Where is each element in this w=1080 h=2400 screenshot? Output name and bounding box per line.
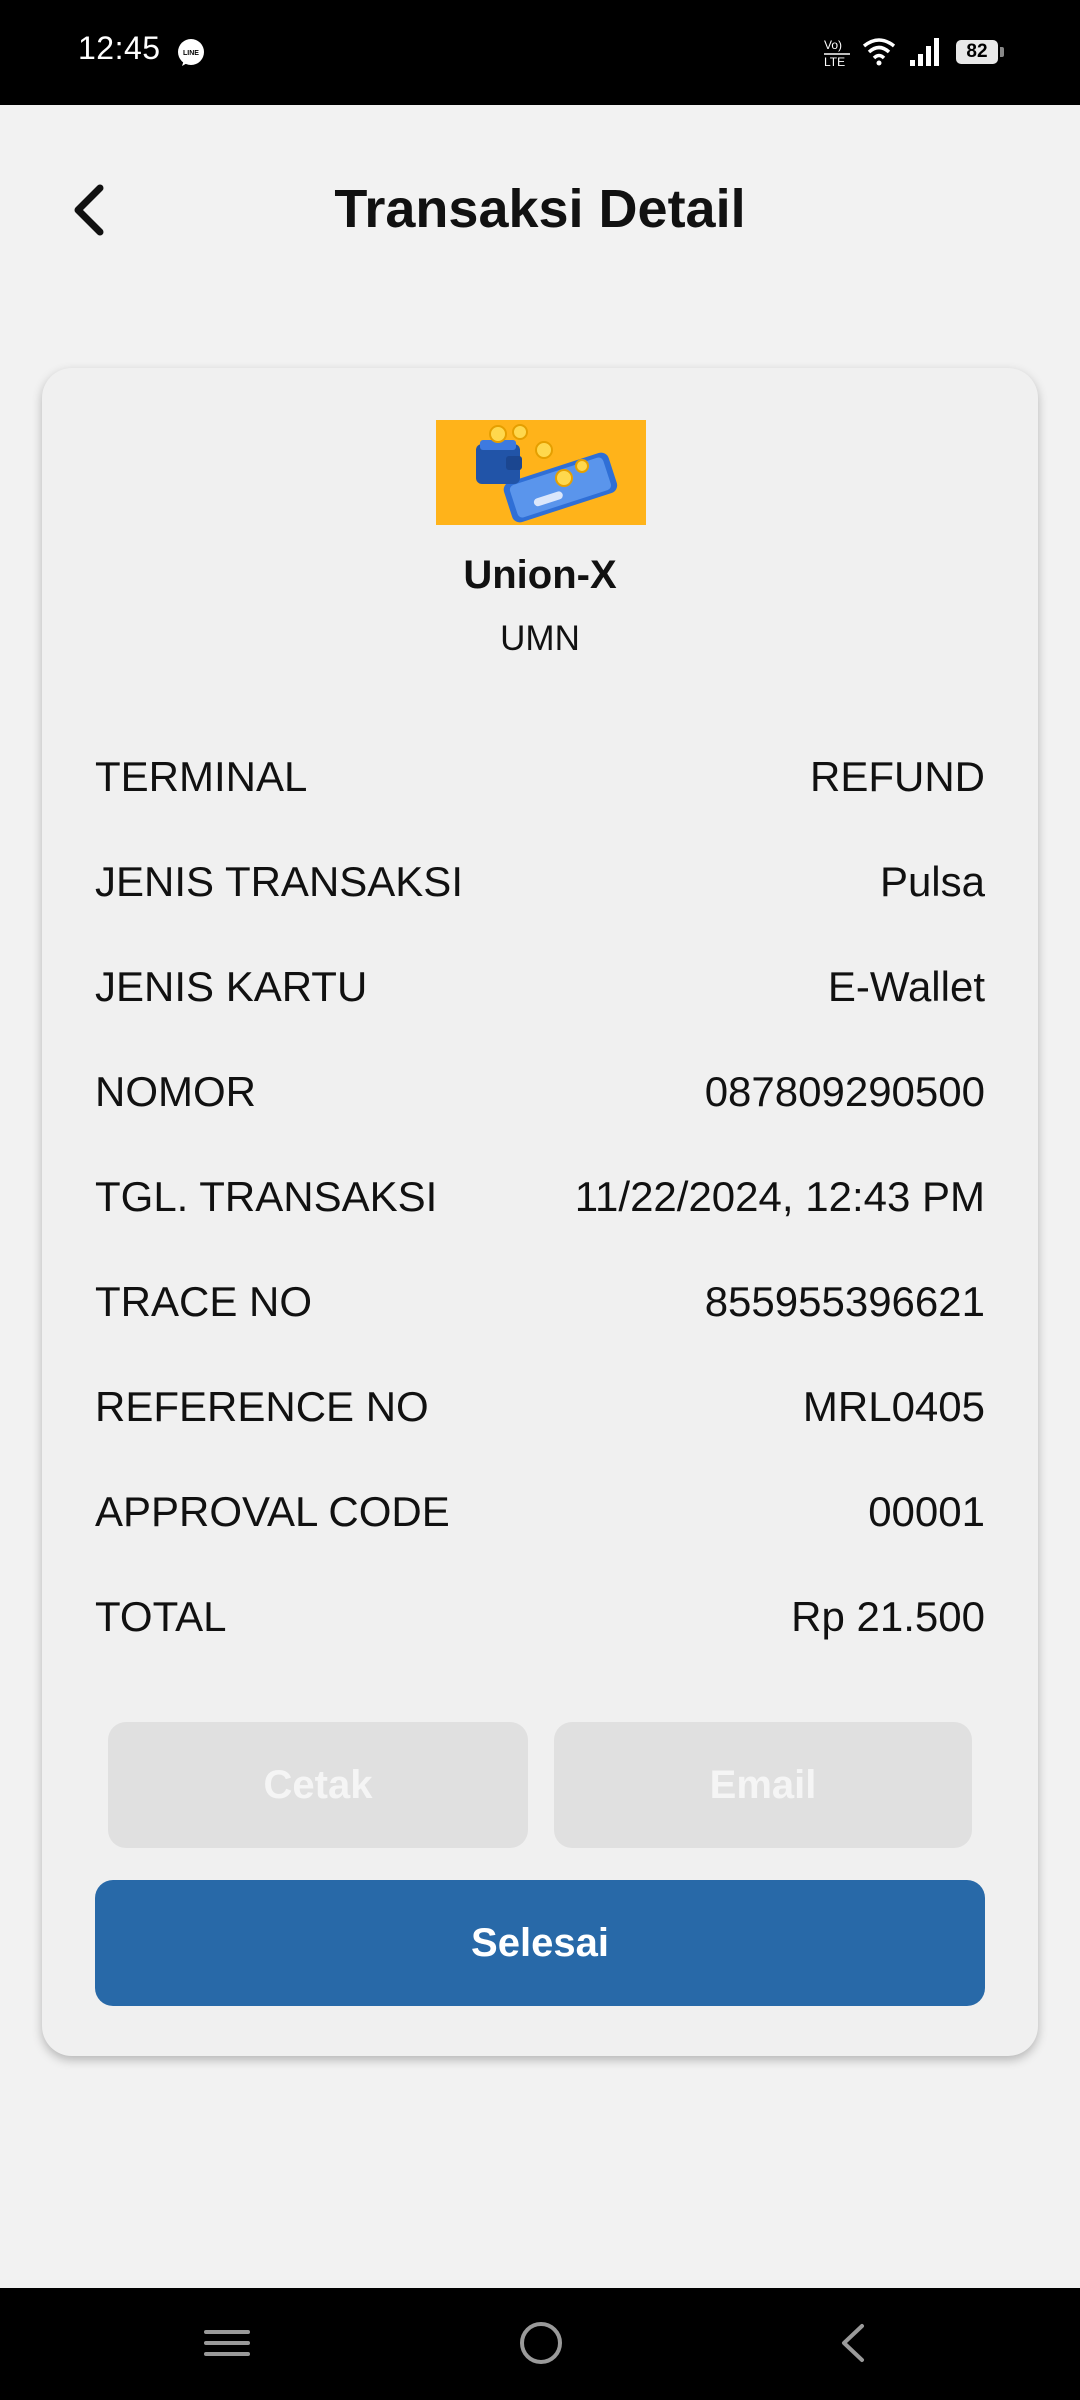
detail-value: Rp 21.500	[791, 1593, 985, 1640]
line-app-icon: LINE	[178, 39, 204, 66]
detail-row-reference-no: REFERENCE NO MRL0405	[95, 1377, 985, 1437]
svg-text:LTE: LTE	[824, 55, 845, 69]
detail-value: REFUND	[810, 753, 985, 800]
detail-value: E-Wallet	[827, 963, 985, 1010]
print-button[interactable]: Cetak	[108, 1722, 528, 1848]
battery-icon: 82	[956, 40, 1004, 64]
detail-label: TOTAL	[95, 1593, 227, 1640]
system-nav-bar	[0, 2288, 1080, 2400]
done-button[interactable]: Selesai	[95, 1880, 985, 2006]
detail-row-nomor: NOMOR 087809290500	[95, 1062, 985, 1122]
detail-row-approval-code: APPROVAL CODE 00001	[95, 1482, 985, 1542]
status-icons: Vo) LTE 82	[780, 0, 1080, 105]
merchant-name: Union-X	[463, 553, 617, 597]
detail-label: TGL. TRANSAKSI	[95, 1173, 438, 1220]
detail-row-jenis-kartu: JENIS KARTU E-Wallet	[95, 957, 985, 1017]
detail-row-terminal: TERMINAL REFUND	[95, 747, 985, 807]
detail-value: 11/22/2024, 12:43 PM	[574, 1173, 985, 1220]
svg-text:LINE: LINE	[183, 50, 199, 57]
detail-label: APPROVAL CODE	[95, 1488, 450, 1535]
detail-row-trace-no: TRACE NO 855955396621	[95, 1272, 985, 1332]
detail-label: TRACE NO	[95, 1278, 313, 1325]
detail-label: JENIS TRANSAKSI	[95, 858, 463, 905]
email-button[interactable]: Email	[554, 1722, 972, 1848]
svg-text:Vo): Vo)	[824, 38, 842, 52]
merchant-subtitle: UMN	[500, 619, 580, 658]
signal-icon	[910, 38, 939, 66]
page-title: Transaksi Detail	[334, 179, 746, 239]
detail-value: Pulsa	[879, 858, 985, 905]
detail-row-jenis-transaksi: JENIS TRANSAKSI Pulsa	[95, 852, 985, 912]
status-time: 12:45	[78, 30, 161, 66]
detail-value: 00001	[868, 1488, 985, 1535]
detail-value: MRL0405	[802, 1383, 985, 1430]
volte-icon: Vo) LTE	[824, 38, 850, 69]
detail-label: JENIS KARTU	[95, 963, 368, 1010]
detail-row-total: TOTAL Rp 21.500	[95, 1587, 985, 1647]
wallet-phone-illustration	[476, 424, 618, 523]
detail-row-tgl-transaksi: TGL. TRANSAKSI 11/22/2024, 12:43 PM	[95, 1167, 985, 1227]
menu-icon[interactable]	[202, 2318, 252, 2368]
home-icon[interactable]	[516, 2318, 566, 2368]
detail-value: 855955396621	[704, 1278, 985, 1325]
detail-label: TERMINAL	[95, 753, 308, 800]
detail-value: 087809290500	[704, 1068, 985, 1115]
wifi-icon	[862, 38, 896, 66]
status-bar: 12:45 LINE Vo) LTE 82	[0, 0, 1080, 105]
detail-label: NOMOR	[95, 1068, 256, 1115]
detail-label: REFERENCE NO	[95, 1383, 429, 1430]
transaction-card: Union-X UMN TERMINAL REFUND JENIS TRANSA…	[42, 368, 1038, 2056]
merchant-logo	[436, 420, 646, 525]
back-icon[interactable]	[828, 2318, 878, 2368]
